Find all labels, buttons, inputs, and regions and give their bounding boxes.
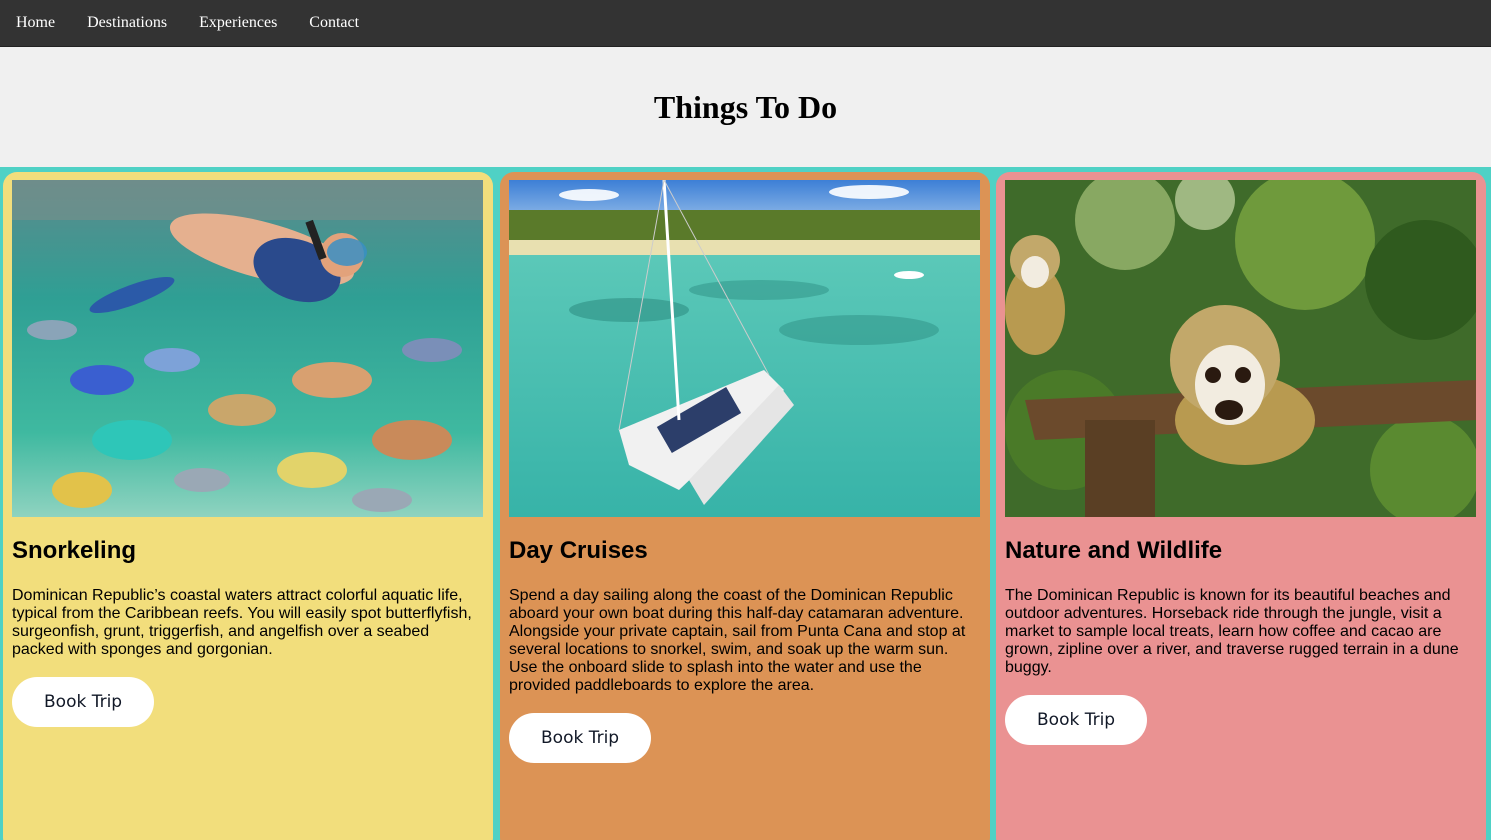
top-navbar: Home Destinations Experiences Contact [0,0,1491,47]
card-title: Nature and Wildlife [1005,537,1223,564]
book-trip-button[interactable]: Book Trip [1005,695,1148,745]
nav-link-destinations[interactable]: Destinations [87,14,167,32]
nav-link-experiences[interactable]: Experiences [199,14,277,32]
day-cruises-photo [509,180,980,517]
card-title: Day Cruises [509,537,648,564]
card-description: Spend a day sailing along the coast of t… [509,587,966,694]
card-title: Snorkeling [12,537,137,564]
snorkeling-photo [12,180,483,517]
nature-wildlife-photo [1005,180,1476,517]
book-trip-button[interactable]: Book Trip [12,677,155,727]
card-description: Dominican Republic’s coastal waters attr… [12,587,472,658]
card-nature-wildlife: Nature and Wildlife The Dominican Republ… [996,172,1486,840]
activity-cards: Snorkeling Dominican Republic’s coastal … [0,167,1491,840]
book-trip-button[interactable]: Book Trip [509,713,652,763]
page-title: Things To Do [653,88,838,125]
hero-banner: Things To Do [0,47,1491,167]
nav-link-home[interactable]: Home [16,14,55,32]
card-snorkeling: Snorkeling Dominican Republic’s coastal … [3,172,493,840]
nav-link-contact[interactable]: Contact [309,14,359,32]
card-day-cruises: Day Cruises Spend a day sailing along th… [500,172,990,840]
card-description: The Dominican Republic is known for its … [1005,587,1459,676]
